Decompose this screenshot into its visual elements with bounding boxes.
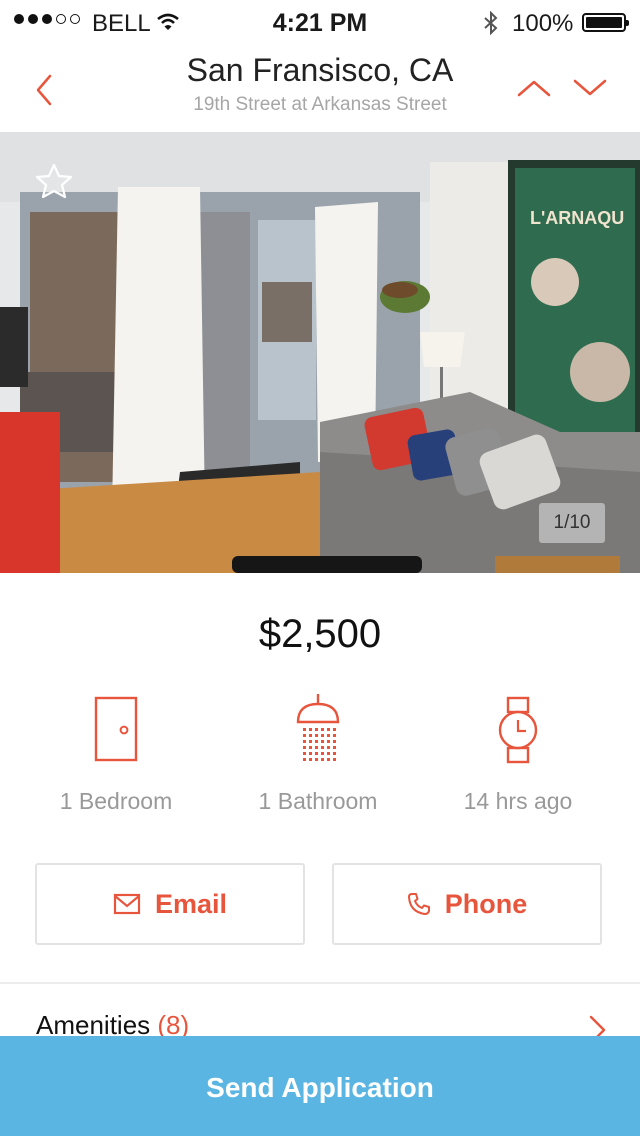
chevron-down-icon[interactable] [572,76,608,100]
battery-percent: 100% [512,10,574,37]
navigation-bar: San Fransisco, CA 19th Street at Arkansa… [0,46,640,132]
section-divider [0,982,640,984]
phone-button-label: Phone [444,888,528,919]
bluetooth-icon [484,11,498,35]
feature-posted-time: 14 hrs ago [418,690,618,815]
email-button[interactable]: Email [35,863,305,945]
svg-text:L'ARNAQU: L'ARNAQU [530,208,624,228]
feature-bathroom: 1 Bathroom [218,690,418,815]
door-icon [94,696,138,762]
watch-icon [498,696,538,764]
shower-icon [296,694,340,761]
photo-counter: 1/10 [539,503,605,543]
send-application-button[interactable]: Send Application [0,1036,640,1136]
envelope-icon [113,893,141,915]
status-bar: BELL 4:21 PM 100% [0,0,640,46]
feature-bedroom: 1 Bedroom [16,690,216,815]
phone-button[interactable]: Phone [332,863,602,945]
battery-icon [582,13,629,32]
listing-price: $2,500 [258,612,382,656]
star-outline-icon[interactable] [34,162,74,200]
feature-label: 1 Bathroom [258,788,378,814]
phone-icon [407,893,430,915]
feature-label: 1 Bedroom [59,788,173,814]
feature-label: 14 hrs ago [463,788,573,814]
chevron-up-icon[interactable] [516,76,552,100]
email-button-label: Email [154,888,228,919]
